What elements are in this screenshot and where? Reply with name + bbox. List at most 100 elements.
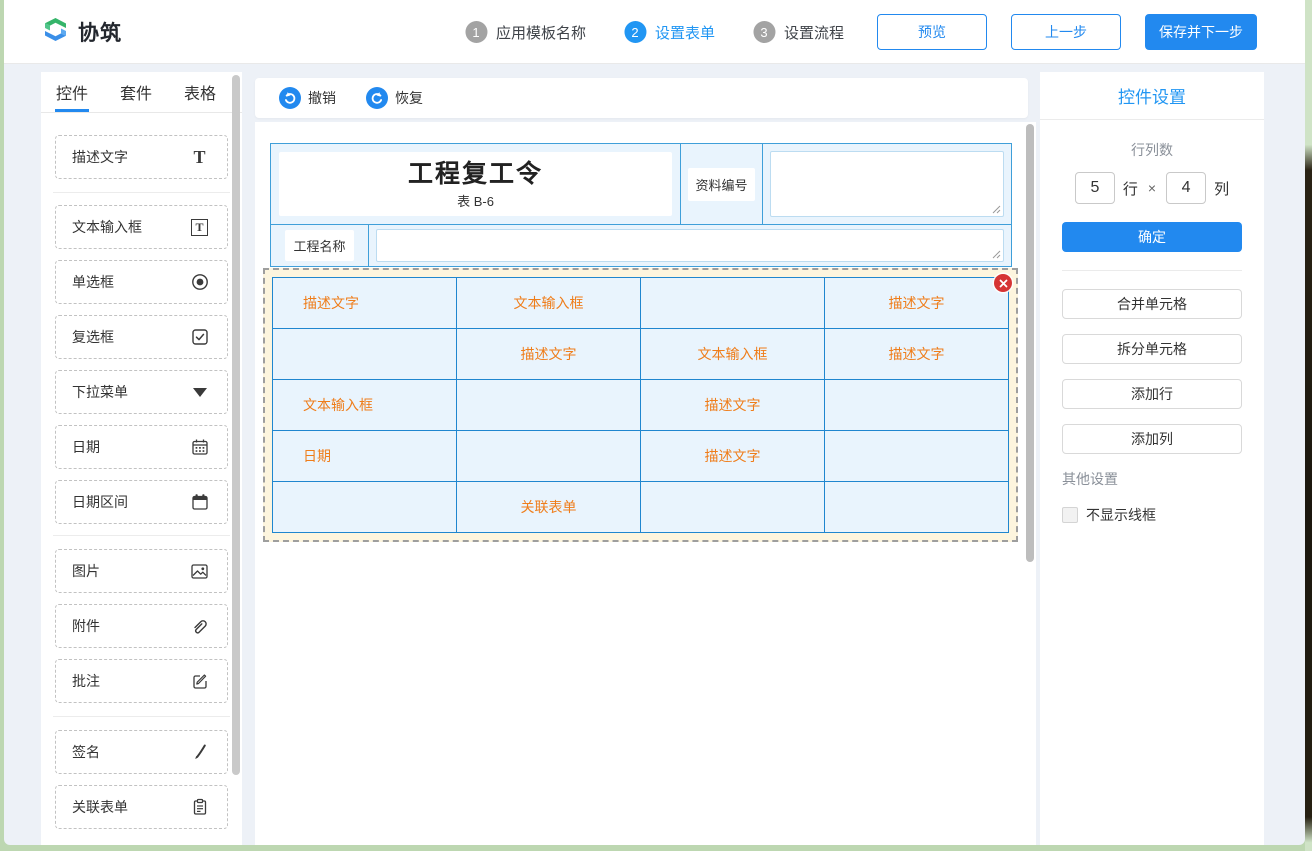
- group-divider: [53, 192, 230, 193]
- grid-cell-r3c3[interactable]: 描述文字: [641, 380, 825, 431]
- control-item-annotation[interactable]: 批注: [55, 659, 228, 703]
- grid-cell-r3c2[interactable]: [457, 380, 641, 431]
- delete-table-button[interactable]: [994, 274, 1012, 292]
- control-item-date[interactable]: 日期: [55, 425, 228, 469]
- grid-cell-r1c2[interactable]: 文本输入框: [457, 278, 641, 329]
- logo-text: 协筑: [78, 17, 122, 47]
- group-divider: [53, 716, 230, 717]
- control-item-signature[interactable]: 签名: [55, 730, 228, 774]
- grid-cell-r5c4[interactable]: [825, 482, 1009, 533]
- confirm-button[interactable]: 确定: [1062, 222, 1242, 252]
- grid-cell-r1c4[interactable]: 描述文字: [825, 278, 1009, 329]
- form-title-cell[interactable]: 工程复工令 表 B-6: [271, 144, 681, 224]
- panel-title: 控件设置: [1040, 72, 1264, 120]
- grid-cell-r2c4[interactable]: 描述文字: [825, 329, 1009, 380]
- step-3-circle: 3: [753, 21, 775, 43]
- resize-handle-icon: [992, 250, 1001, 259]
- app-logo: 协筑: [42, 16, 122, 48]
- grid-cell-r3c4[interactable]: [825, 380, 1009, 431]
- selected-table-block[interactable]: 描述文字 文本输入框 描述文字 描述文字 文本输入框 描述文字 文本输入框 描述…: [263, 268, 1018, 542]
- times-symbol: ×: [1148, 180, 1156, 196]
- grid-cell-r2c1[interactable]: [273, 329, 457, 380]
- doc-number-label-cell[interactable]: 资料编号: [681, 144, 763, 224]
- step-2-circle: 2: [624, 21, 646, 43]
- canvas-scrollbar-thumb[interactable]: [1026, 124, 1034, 562]
- merge-cells-button[interactable]: 合并单元格: [1062, 289, 1242, 319]
- grid-cell-r5c2[interactable]: 关联表单: [457, 482, 641, 533]
- control-item-dropdown[interactable]: 下拉菜单: [55, 370, 228, 414]
- grid-cell-r1c1[interactable]: 描述文字: [273, 278, 457, 329]
- header-actions: 预览 上一步 保存并下一步: [877, 14, 1257, 50]
- rows-input[interactable]: [1075, 172, 1115, 204]
- other-settings-label: 其他设置: [1062, 469, 1242, 489]
- resize-handle-icon: [992, 205, 1001, 214]
- redo-button[interactable]: 恢复: [366, 87, 423, 109]
- close-icon: [999, 279, 1008, 288]
- previous-step-button[interactable]: 上一步: [1011, 14, 1121, 50]
- project-name-label-cell[interactable]: 工程名称: [271, 225, 369, 266]
- grid-cell-r4c4[interactable]: [825, 431, 1009, 482]
- preview-button[interactable]: 预览: [877, 14, 987, 50]
- step-1: 1 应用模板名称: [465, 21, 586, 43]
- form-grid: 描述文字 文本输入框 描述文字 描述文字 文本输入框 描述文字 文本输入框 描述…: [272, 277, 1009, 533]
- add-col-button[interactable]: 添加列: [1062, 424, 1242, 454]
- step-3: 3 设置流程: [753, 21, 844, 43]
- form-canvas: 工程复工令 表 B-6 资料编号 工程名称: [255, 122, 1036, 845]
- project-name-label: 工程名称: [285, 230, 353, 261]
- step-1-label: 应用模板名称: [496, 22, 586, 43]
- grid-cell-r5c3[interactable]: [641, 482, 825, 533]
- controls-sidebar: 控件 套件 表格 描述文字 T 文本输入框 T 单选框 复选框: [41, 72, 242, 845]
- tab-controls[interactable]: 控件: [56, 72, 88, 112]
- redo-icon: [366, 87, 388, 109]
- control-item-checkbox[interactable]: 复选框: [55, 315, 228, 359]
- grid-cell-r2c2[interactable]: 描述文字: [457, 329, 641, 380]
- doc-number-label: 资料编号: [688, 168, 754, 201]
- grid-cell-r4c2[interactable]: [457, 431, 641, 482]
- control-item-attachment[interactable]: 附件: [55, 604, 228, 648]
- control-item-date-range[interactable]: 日期区间: [55, 480, 228, 524]
- form-header-row-2: 工程名称: [271, 224, 1011, 266]
- grid-cell-r4c1[interactable]: 日期: [273, 431, 457, 482]
- control-list: 描述文字 T 文本输入框 T 单选框 复选框 下拉菜单: [41, 113, 242, 829]
- control-item-text-input[interactable]: 文本输入框 T: [55, 205, 228, 249]
- panel-divider: [1062, 270, 1242, 271]
- grid-cell-r5c1[interactable]: [273, 482, 457, 533]
- add-row-button[interactable]: 添加行: [1062, 379, 1242, 409]
- wizard-steps: 1 应用模板名称 2 设置表单 3 设置流程: [465, 0, 844, 64]
- grid-cell-r4c3[interactable]: 描述文字: [641, 431, 825, 482]
- doc-number-input-cell[interactable]: [763, 144, 1011, 224]
- grid-cell-r3c1[interactable]: 文本输入框: [273, 380, 457, 431]
- tab-tables[interactable]: 表格: [184, 72, 216, 112]
- hide-border-checkbox[interactable]: [1062, 507, 1078, 523]
- step-3-label: 设置流程: [784, 22, 844, 43]
- radio-icon: [190, 273, 209, 292]
- undo-icon: [279, 87, 301, 109]
- step-2-label: 设置表单: [655, 22, 715, 43]
- sidebar-scrollbar-thumb[interactable]: [232, 75, 240, 775]
- form-subtitle: 表 B-6: [457, 191, 494, 210]
- text-input-icon: T: [190, 218, 209, 237]
- cols-input[interactable]: [1166, 172, 1206, 204]
- form-header-row-1: 工程复工令 表 B-6 资料编号: [271, 144, 1011, 224]
- split-cells-button[interactable]: 拆分单元格: [1062, 334, 1242, 364]
- app-window: 协筑 1 应用模板名称 2 设置表单 3 设置流程 预览 上一步 保存并下一步 …: [4, 0, 1305, 845]
- hide-border-label: 不显示线框: [1086, 505, 1156, 525]
- control-item-description-text[interactable]: 描述文字 T: [55, 135, 228, 179]
- control-item-linked-form[interactable]: 关联表单: [55, 785, 228, 829]
- group-divider: [53, 535, 230, 536]
- undo-button[interactable]: 撤销: [279, 87, 336, 109]
- project-name-textarea[interactable]: [376, 229, 1004, 262]
- app-header: 协筑 1 应用模板名称 2 设置表单 3 设置流程 预览 上一步 保存并下一步: [4, 0, 1305, 64]
- control-item-image[interactable]: 图片: [55, 549, 228, 593]
- project-name-input-cell[interactable]: [369, 225, 1011, 266]
- hide-border-option[interactable]: 不显示线框: [1062, 505, 1242, 525]
- step-1-circle: 1: [465, 21, 487, 43]
- tab-kits[interactable]: 套件: [120, 72, 152, 112]
- attachment-icon: [190, 617, 209, 636]
- doc-number-textarea[interactable]: [770, 151, 1004, 217]
- grid-cell-r1c3[interactable]: [641, 278, 825, 329]
- logo-icon: [42, 16, 69, 48]
- control-item-radio[interactable]: 单选框: [55, 260, 228, 304]
- grid-cell-r2c3[interactable]: 文本输入框: [641, 329, 825, 380]
- save-and-next-button[interactable]: 保存并下一步: [1145, 14, 1257, 50]
